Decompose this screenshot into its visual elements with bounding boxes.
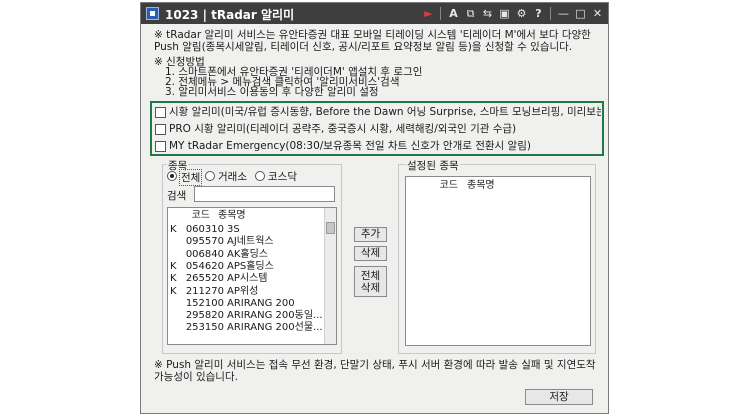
stock-code: 265520 <box>185 273 224 285</box>
stock-name: 3S <box>227 224 240 235</box>
screenshot-icon[interactable]: ▣ <box>497 6 512 21</box>
radio-all-label[interactable]: 전체 <box>179 169 203 186</box>
search-label: 검색 <box>167 190 187 202</box>
table-row[interactable]: K 265520 AP시스템 <box>168 273 336 285</box>
delete-button[interactable]: 삭제 <box>354 246 387 261</box>
link-icon[interactable]: ⧉ <box>463 6 478 21</box>
stock-name: AP위성 <box>227 285 259 297</box>
stock-code: 006840 <box>185 248 224 260</box>
table-row[interactable]: 295820 ARIRANG 200동일... <box>168 310 336 322</box>
sync-icon[interactable]: ⇆ <box>480 6 495 21</box>
settings-icon[interactable]: ⚙ <box>514 6 529 21</box>
stock-code: 152100 <box>185 297 224 309</box>
set-list-header: 코드 종목명 <box>406 180 590 192</box>
help-icon[interactable]: ? <box>531 6 546 21</box>
title-bar[interactable]: 1023 | tRadar 알리미 ► A ⧉ ⇆ ▣ ⚙ ? — □ ✕ <box>141 3 608 24</box>
stock-code: 054620 <box>185 260 224 272</box>
toolbar-divider <box>550 7 551 20</box>
set-column-header-code: 코드 <box>439 180 458 191</box>
stock-name: ARIRANG 200 <box>227 297 295 309</box>
stock-name: ARIRANG 200선물... <box>227 322 323 334</box>
stock-code: 211270 <box>185 285 224 297</box>
footer-line-1: ※ Push 알리미 서비스는 접속 무선 환경, 단말기 상태, 푸시 서버 … <box>154 359 596 371</box>
stock-name: APS홀딩스 <box>227 260 274 272</box>
radio-exchange[interactable] <box>205 171 215 181</box>
red-indicator-icon[interactable]: ► <box>421 6 436 21</box>
title-bar-icons: ► A ⧉ ⇆ ▣ ⚙ ? — □ ✕ <box>419 6 605 21</box>
option-label-1: 시황 알리미(미국/유럽 증시동향, Before the Dawn 어닝 Su… <box>169 106 601 118</box>
table-row[interactable]: 253150 ARIRANG 200선물... <box>168 322 336 334</box>
table-row[interactable]: 095570 AJ네트웍스 <box>168 236 336 248</box>
radio-exchange-label[interactable]: 거래소 <box>218 169 247 184</box>
intro-line-1: ※ tRadar 알리미 서비스는 유안타증권 대표 모바일 티레이딩 시스템 … <box>154 29 591 41</box>
table-row[interactable]: K 060310 3S <box>168 224 336 236</box>
table-row[interactable]: 152100 ARIRANG 200 <box>168 298 336 310</box>
close-icon[interactable]: ✕ <box>590 6 605 21</box>
delete-all-button[interactable]: 전체 삭제 <box>354 266 387 297</box>
stock-list[interactable]: 코드 종목명 K 060310 3S 095570 AJ네트웍스 006840 AK홀딩스 K… <box>167 207 337 345</box>
delete-all-label-2: 삭제 <box>360 281 381 294</box>
stock-list-header: 코드 종목명 <box>168 210 336 222</box>
toolbar-divider <box>440 7 441 20</box>
column-header-code: 코드 <box>191 210 210 221</box>
maximize-icon[interactable]: □ <box>573 6 588 21</box>
stock-name: AK홀딩스 <box>227 248 268 260</box>
option-checkbox-3[interactable] <box>155 141 166 152</box>
option-checkbox-2[interactable] <box>155 124 166 135</box>
stock-name: AJ네트웍스 <box>227 236 274 248</box>
table-row[interactable]: 006840 AK홀딩스 <box>168 249 336 261</box>
stock-name: ARIRANG 200동일... <box>227 310 323 322</box>
radio-kosdaq-label[interactable]: 코스닥 <box>268 169 297 184</box>
table-row[interactable]: K 054620 APS홀딩스 <box>168 261 336 273</box>
radio-kosdaq[interactable] <box>255 171 265 181</box>
intro-line-2: Push 알림(종목시세알림, 티레이더 신호, 공시/리포트 요약정보 알림 … <box>154 41 573 53</box>
stock-code: 060310 <box>185 224 224 235</box>
stock-code: 253150 <box>185 322 224 334</box>
search-input[interactable] <box>194 186 335 202</box>
font-icon[interactable]: A <box>446 6 461 21</box>
stock-code: 295820 <box>185 310 224 322</box>
delete-all-label-1: 전체 <box>360 269 381 282</box>
howto-step-3: 3. 알리미서비스 이용동의 후 다양한 알리미 설정 <box>165 86 379 98</box>
footer-line-2: 가능성이 있습니다. <box>154 371 238 383</box>
window-title: 1023 | tRadar 알리미 <box>165 8 295 22</box>
set-stock-list[interactable]: 코드 종목명 <box>405 176 591 346</box>
stock-code: 095570 <box>185 236 224 248</box>
stock-name: AP시스템 <box>227 273 268 285</box>
column-header-name: 종목명 <box>218 210 246 221</box>
set-column-header-name: 종목명 <box>467 180 495 191</box>
option-label-3: MY tRadar Emergency(08:30/보유종목 전일 차트 신호가… <box>169 140 531 152</box>
option-label-2: PRO 시황 알리미(티레이더 공략주, 중국증시 시황, 세력해킹/외국인 기… <box>169 123 517 135</box>
app-icon <box>146 7 159 20</box>
set-stock-panel-title: 설정된 종목 <box>406 158 460 173</box>
table-row[interactable]: K 211270 AP위성 <box>168 286 336 298</box>
save-button[interactable]: 저장 <box>525 389 593 405</box>
add-button[interactable]: 추가 <box>354 227 387 242</box>
option-checkbox-1[interactable] <box>155 107 166 118</box>
radio-all[interactable] <box>167 171 177 181</box>
minimize-icon[interactable]: — <box>556 6 571 21</box>
